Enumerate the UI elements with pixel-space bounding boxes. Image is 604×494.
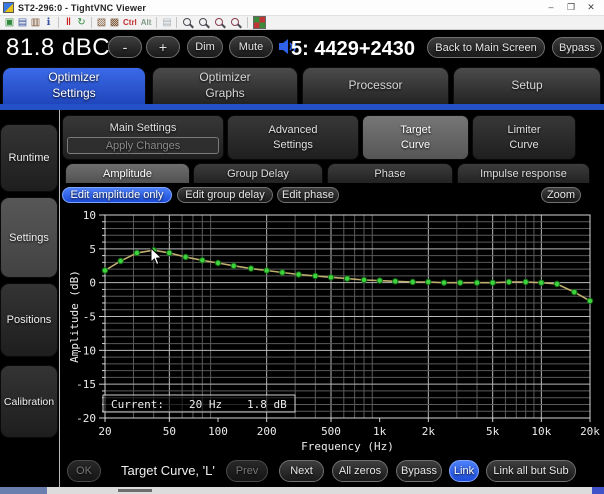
remote-screen: 81.8 dBC - + Dim Mute 5: 4429+2430 Back … xyxy=(0,31,604,487)
desktop-artifact xyxy=(118,489,152,492)
tab-optimizer-settings[interactable]: Optimizer Settings xyxy=(2,67,146,104)
tab-advanced-settings[interactable]: Advanced Settings xyxy=(227,115,359,160)
pause-icon[interactable]: ‖ xyxy=(62,18,75,28)
svg-text:20k: 20k xyxy=(580,425,600,438)
connection-options-icon[interactable]: ▥ xyxy=(29,18,42,28)
tab-phase[interactable]: Phase xyxy=(327,163,453,183)
save-session-icon[interactable]: ▤ xyxy=(16,18,29,28)
toolbar-separator xyxy=(91,17,92,28)
svg-text:Amplitude (dB): Amplitude (dB) xyxy=(68,270,81,363)
svg-text:2k: 2k xyxy=(422,425,436,438)
dim-button[interactable]: Dim xyxy=(187,36,223,58)
amplitude-target-curve-chart[interactable]: 1050-5-10-15-2020501002005001k2k5k10k20k… xyxy=(60,205,604,455)
mute-button[interactable]: Mute xyxy=(229,36,273,58)
svg-text:10k: 10k xyxy=(531,425,551,438)
sidebar-item-positions[interactable]: Positions xyxy=(0,283,58,357)
back-to-main-button[interactable]: Back to Main Screen xyxy=(427,37,545,58)
alt-key-button[interactable]: Alt xyxy=(139,18,154,28)
toolbar-separator xyxy=(176,17,177,28)
svg-text:200: 200 xyxy=(257,425,277,438)
zoom-in-icon[interactable] xyxy=(182,17,194,29)
svg-text:500: 500 xyxy=(321,425,341,438)
zoom-button[interactable]: Zoom xyxy=(541,187,581,203)
chart-canvas[interactable]: 1050-5-10-15-2020501002005001k2k5k10k20k… xyxy=(60,205,604,455)
tab-amplitude[interactable]: Amplitude xyxy=(65,163,190,183)
transfer-files-icon[interactable]: ▩ xyxy=(108,18,121,28)
close-button[interactable]: ✕ xyxy=(586,2,596,13)
toolbar-separator xyxy=(58,17,59,28)
svg-text:0: 0 xyxy=(89,277,96,290)
tab-impulse-response[interactable]: Impulse response xyxy=(457,163,590,183)
taskbar-fragment xyxy=(0,487,47,494)
zoom-out-icon[interactable] xyxy=(198,17,210,29)
all-zeros-button[interactable]: All zeros xyxy=(332,460,388,482)
volume-down-button[interactable]: - xyxy=(108,36,142,58)
window-titlebar[interactable]: ST2-296:0 - TightVNC Viewer – ❐ ✕ xyxy=(0,0,604,16)
svg-text:5k: 5k xyxy=(486,425,500,438)
next-button[interactable]: Next xyxy=(279,460,324,482)
sidebar-item-calibration[interactable]: Calibration xyxy=(0,365,58,438)
window-title: ST2-296:0 - TightVNC Viewer xyxy=(18,3,146,13)
accent-bar xyxy=(0,104,604,110)
edit-phase-button[interactable]: Edit phase xyxy=(277,187,339,203)
tab-setup[interactable]: Setup xyxy=(453,67,601,104)
svg-text:Frequency (Hz): Frequency (Hz) xyxy=(301,440,394,453)
mouse-cursor xyxy=(150,247,163,266)
svg-text:Current:: Current: xyxy=(111,398,164,411)
tab-main-settings[interactable]: Main Settings Apply Changes xyxy=(62,115,224,160)
svg-text:-20: -20 xyxy=(76,412,96,425)
svg-text:20: 20 xyxy=(98,425,111,438)
ok-button[interactable]: OK xyxy=(67,460,101,482)
svg-text:1k: 1k xyxy=(373,425,387,438)
tightvnc-window: ST2-296:0 - TightVNC Viewer – ❐ ✕ ▣ ▤ ▥ … xyxy=(0,0,604,494)
edit-amplitude-only-button[interactable]: Edit amplitude only xyxy=(62,187,172,203)
toolbar-separator xyxy=(156,17,157,28)
vnc-toolbar: ▣ ▤ ▥ ℹ ‖ ↻ ▧ ▩ Ctrl Alt ▤ xyxy=(0,16,604,30)
bypass-top-button[interactable]: Bypass xyxy=(552,37,602,58)
svg-text:1.8 dB: 1.8 dB xyxy=(247,398,287,411)
prev-button[interactable]: Prev xyxy=(226,460,268,482)
connection-info-icon[interactable]: ℹ xyxy=(42,18,55,28)
svg-text:50: 50 xyxy=(163,425,176,438)
maximize-button[interactable]: ❐ xyxy=(566,2,576,13)
edit-group-delay-button[interactable]: Edit group delay xyxy=(177,187,273,203)
curve-title: Target Curve, 'L' xyxy=(121,463,215,478)
sidebar-item-runtime[interactable]: Runtime xyxy=(0,124,58,192)
volume-level: 81.8 dBC xyxy=(6,34,110,62)
svg-text:-15: -15 xyxy=(76,378,96,391)
tab-group-delay[interactable]: Group Delay xyxy=(193,163,323,183)
svg-text:10: 10 xyxy=(83,209,96,222)
volume-up-button[interactable]: + xyxy=(146,36,180,58)
new-connection-icon[interactable]: ▣ xyxy=(3,18,16,28)
tab-limiter-curve[interactable]: Limiter Curve xyxy=(472,115,576,160)
app-icon xyxy=(3,2,14,13)
tab-processor[interactable]: Processor xyxy=(302,67,449,104)
link-all-but-sub-button[interactable]: Link all but Sub xyxy=(486,460,576,482)
tab-optimizer-graphs[interactable]: Optimizer Graphs xyxy=(152,67,298,104)
tab-target-curve[interactable]: Target Curve xyxy=(362,115,469,160)
copy-icon[interactable]: ▤ xyxy=(160,18,173,28)
svg-text:-5: -5 xyxy=(83,311,96,324)
toolbar-separator xyxy=(247,17,248,28)
sidebar-item-settings[interactable]: Settings xyxy=(0,197,58,278)
svg-text:20 Hz: 20 Hz xyxy=(189,398,222,411)
preset-display: 5: 4429+2430 xyxy=(291,38,415,61)
ctrl-key-button[interactable]: Ctrl xyxy=(121,18,139,28)
zoom-auto-icon[interactable] xyxy=(230,17,242,29)
scrollbar-corner xyxy=(592,487,604,494)
fullscreen-icon[interactable] xyxy=(253,16,266,29)
link-button[interactable]: Link xyxy=(449,460,479,482)
ctrl-alt-del-icon[interactable]: ▧ xyxy=(95,18,108,28)
svg-text:100: 100 xyxy=(208,425,228,438)
window-bottom-edge xyxy=(47,487,592,494)
apply-changes-button[interactable]: Apply Changes xyxy=(67,137,219,154)
svg-text:5: 5 xyxy=(89,243,96,256)
refresh-icon[interactable]: ↻ xyxy=(75,18,88,28)
minimize-button[interactable]: – xyxy=(546,2,556,13)
bypass-curve-button[interactable]: Bypass xyxy=(396,460,442,482)
zoom-100-icon[interactable] xyxy=(214,17,226,29)
